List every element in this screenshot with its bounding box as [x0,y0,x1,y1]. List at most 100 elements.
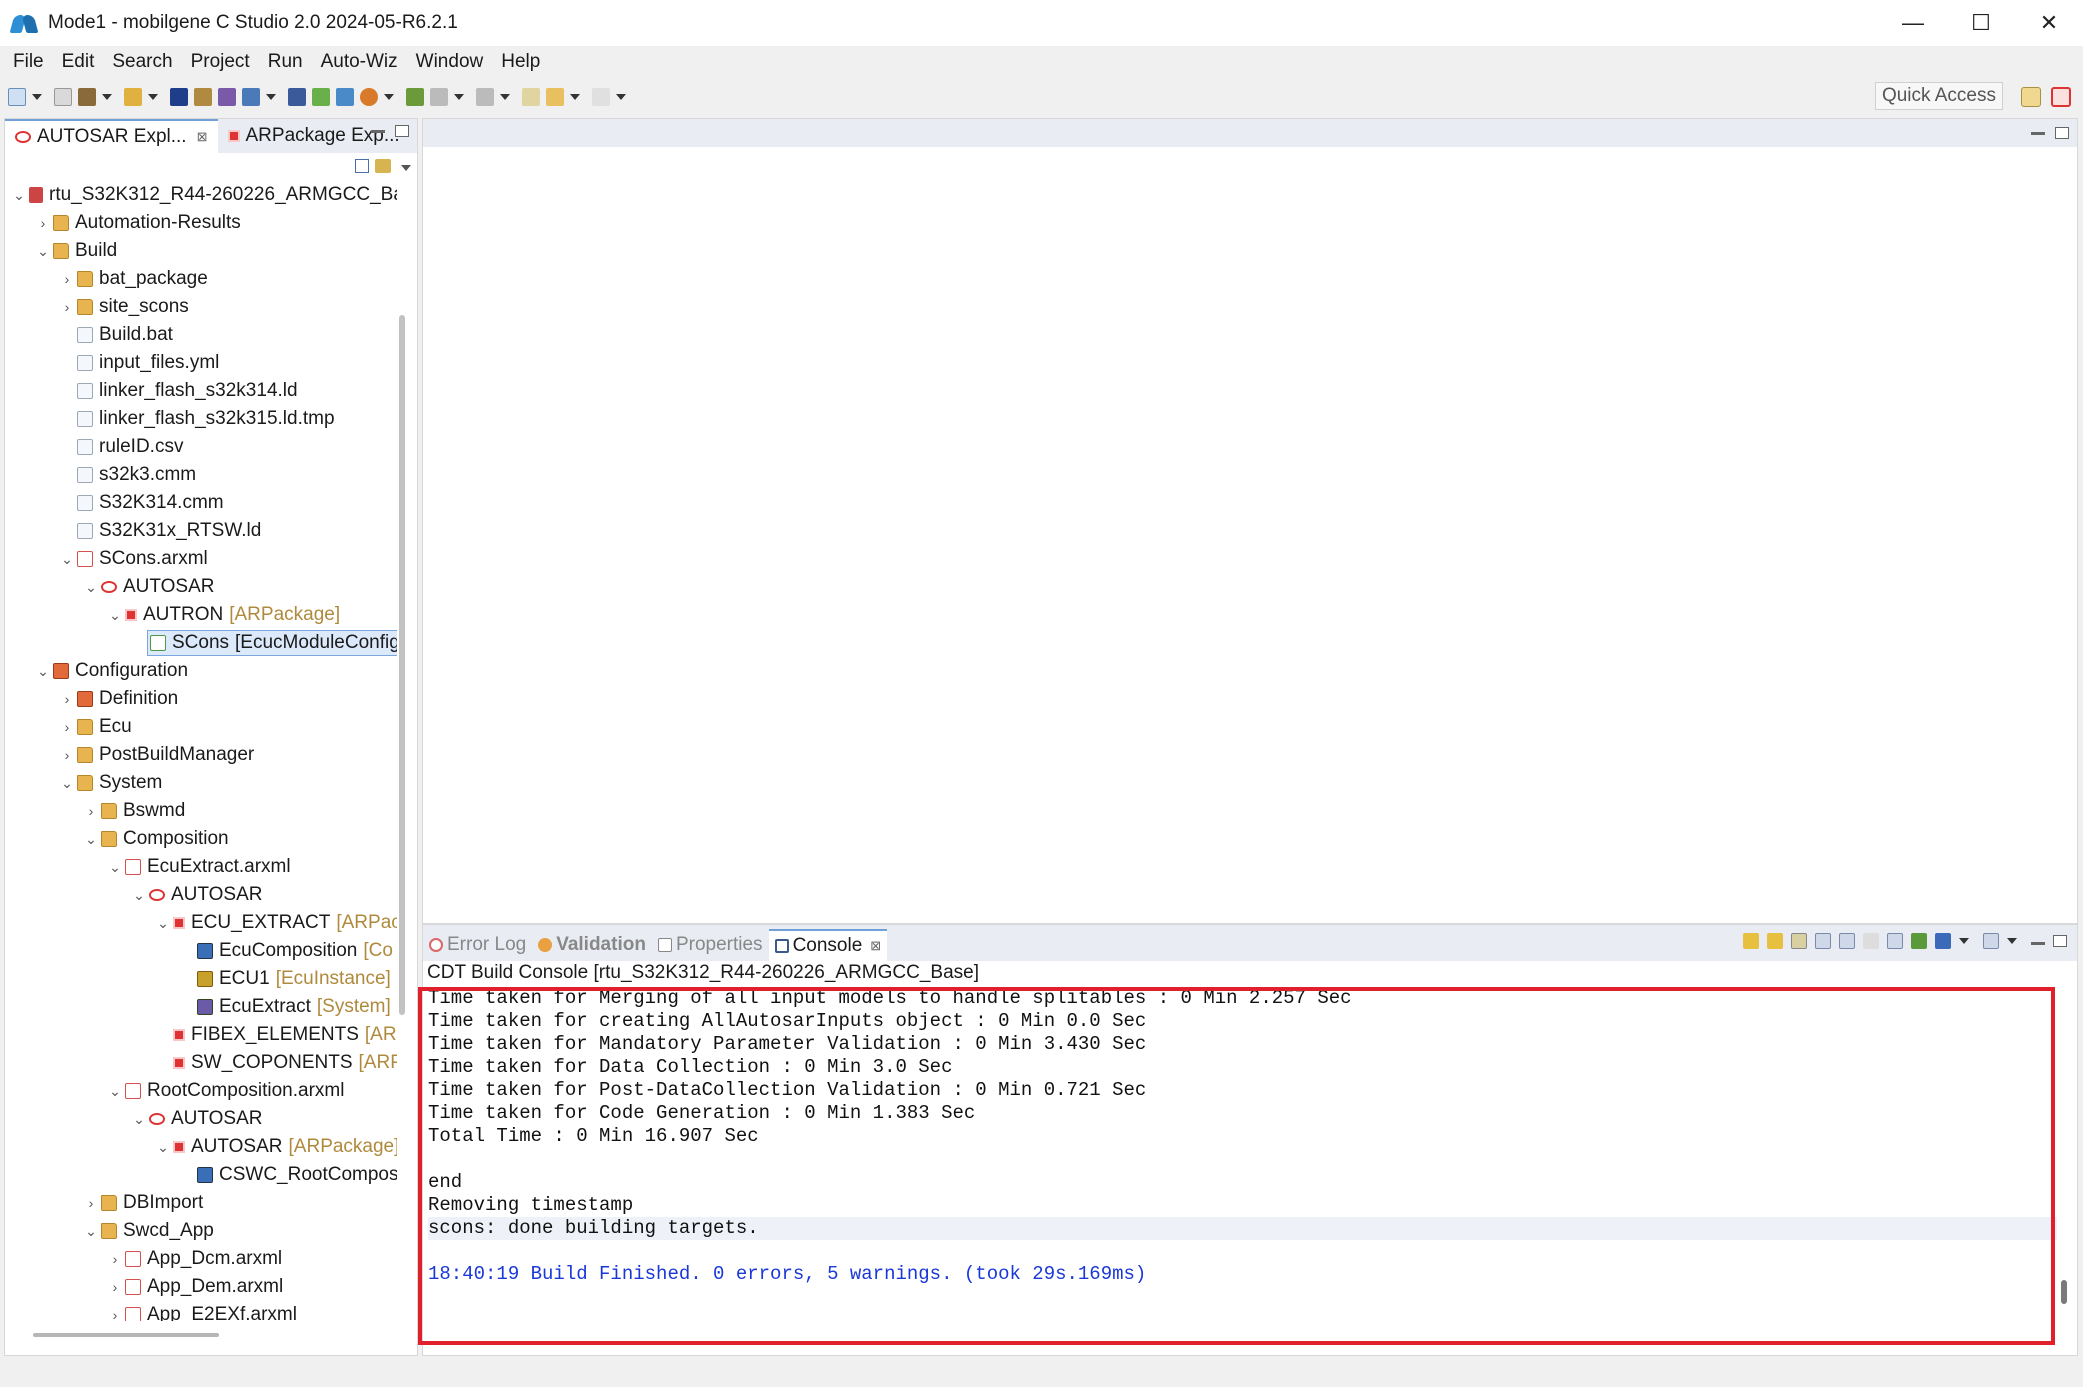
minimize-editor-icon[interactable] [2031,132,2045,135]
word-wrap-icon[interactable] [1863,933,1879,949]
collapsed-arrow-icon[interactable]: › [59,299,75,315]
prev-annotation-dropdown-icon[interactable] [500,94,510,100]
tree-item[interactable]: EcuComposition [Co [5,937,397,965]
menu-help[interactable]: Help [492,51,549,73]
tools-icon[interactable] [336,88,354,106]
minimize-button[interactable]: — [1879,0,1947,46]
build-icon[interactable] [78,88,96,106]
tree-item[interactable]: ⌄ AUTOSAR [5,881,397,909]
tree-item[interactable]: EcuExtract [System] [5,993,397,1021]
build-dropdown-icon[interactable] [102,94,112,100]
bug-dropdown-icon[interactable] [384,94,394,100]
tree-item[interactable]: linker_flash_s32k314.ld [5,377,397,405]
collapsed-arrow-icon[interactable]: › [83,803,99,819]
prev-annotation-icon[interactable] [476,88,494,106]
collapsed-arrow-icon[interactable]: › [59,719,75,735]
edit-icon[interactable] [218,88,236,106]
tree-item[interactable]: ECU1 [EcuInstance] [5,965,397,993]
link-with-editor-icon[interactable] [375,159,391,173]
maximize-view-icon[interactable] [395,125,409,137]
tree-item[interactable]: ⌄ AUTOSAR [5,1105,397,1133]
tree-item[interactable]: ⌄ Composition [5,825,397,853]
open-perspective-icon[interactable] [2021,87,2041,107]
tab-console[interactable]: Console ⊠ [768,929,888,961]
tree-item[interactable]: linker_flash_s32k315.ld.tmp [5,405,397,433]
run-icon[interactable] [124,88,142,106]
tree-item[interactable]: input_files.yml [5,349,397,377]
close-icon[interactable]: ⊠ [197,129,208,145]
previous-error-icon[interactable] [1767,933,1783,949]
maximize-editor-icon[interactable] [2055,127,2069,139]
tree-item[interactable]: ⌄ SCons.arxml [5,545,397,573]
maximize-console-icon[interactable] [2053,935,2067,947]
scroll-lock-icon[interactable] [1791,933,1807,949]
next-annotation-dropdown-icon[interactable] [454,94,464,100]
tree-item[interactable]: S32K314.cmm [5,489,397,517]
collapsed-arrow-icon[interactable]: › [107,1307,123,1321]
display-console-dropdown-icon[interactable] [1959,938,1969,944]
autosar-perspective-icon[interactable] [2051,87,2071,107]
run-dropdown-icon[interactable] [148,94,158,100]
tree-horizontal-scrollbar[interactable] [33,1333,219,1337]
expanded-arrow-icon[interactable]: ⌄ [131,1111,147,1128]
tree-item[interactable]: ⌄ECU_EXTRACT[ARPacka [5,909,397,937]
tree-item[interactable]: ⌄ System [5,769,397,797]
expanded-arrow-icon[interactable]: ⌄ [83,1223,99,1240]
tree-item[interactable]: Build.bat [5,321,397,349]
tab-properties[interactable]: Properties [652,929,769,961]
new-icon[interactable] [8,88,26,106]
tab-autosar-explorer[interactable]: AUTOSAR Expl... ⊠ [5,119,218,153]
expanded-arrow-icon[interactable]: ⌄ [35,243,51,260]
close-button[interactable]: ✕ [2015,0,2083,46]
collapsed-arrow-icon[interactable]: › [83,1195,99,1211]
collapsed-arrow-icon[interactable]: › [59,691,75,707]
tree-item[interactable]: › Definition [5,685,397,713]
rectangle-icon[interactable] [312,88,330,106]
collapsed-arrow-icon[interactable]: › [107,1251,123,1267]
expanded-arrow-icon[interactable]: ⌄ [107,859,123,876]
tree-item[interactable]: CSWC_RootComposi [5,1161,397,1189]
tree-item[interactable]: ⌄ Configuration [5,657,397,685]
tree-item[interactable]: › Bswmd [5,797,397,825]
console-scrollbar[interactable] [2061,1280,2067,1304]
tree-item[interactable]: › DBImport [5,1189,397,1217]
tree-item[interactable]: SW_COPONENTS[ARPa [5,1049,397,1077]
open-console-icon[interactable] [1983,933,1999,949]
close-icon[interactable]: ⊠ [870,938,881,954]
menu-window[interactable]: Window [407,51,493,73]
tree-item[interactable]: ⌄ AUTOSAR [ARPackage] [5,1133,397,1161]
type-icon[interactable] [170,88,188,106]
download-icon[interactable] [242,88,260,106]
expanded-arrow-icon[interactable]: ⌄ [35,663,51,680]
menu-edit[interactable]: Edit [53,51,104,73]
menu-search[interactable]: Search [103,51,181,73]
menu-auto-wiz[interactable]: Auto-Wiz [312,51,407,73]
console-output[interactable]: Time taken for Merging of all input mode… [423,987,2057,1343]
tree-item[interactable]: S32K31x_RTSW.ld [5,517,397,545]
collapse-all-icon[interactable] [355,159,369,173]
back-icon[interactable] [546,88,564,106]
minimize-console-icon[interactable] [2031,942,2045,945]
tree-item[interactable]: ⌄ AUTOSAR [5,573,397,601]
download-dropdown-icon[interactable] [266,94,276,100]
copy-build-log-icon[interactable] [1815,933,1831,949]
tab-error-log[interactable]: Error Log [423,929,532,961]
menu-run[interactable]: Run [259,51,312,73]
expanded-arrow-icon[interactable]: ⌄ [11,187,27,204]
expanded-arrow-icon[interactable]: ⌄ [59,775,75,792]
menu-project[interactable]: Project [182,51,259,73]
tree-item[interactable]: › site_scons [5,293,397,321]
bug-icon[interactable] [360,88,378,106]
back-dropdown-icon[interactable] [570,94,580,100]
collapsed-arrow-icon[interactable]: › [59,271,75,287]
expanded-arrow-icon[interactable]: ⌄ [155,915,171,932]
expanded-arrow-icon[interactable]: ⌄ [107,607,123,624]
quick-access-field[interactable]: Quick Access [1874,82,2003,110]
expanded-arrow-icon[interactable]: ⌄ [131,887,147,904]
next-annotation-icon[interactable] [430,88,448,106]
tree-item[interactable]: ⌄ EcuExtract.arxml [5,853,397,881]
open-console-dropdown-icon[interactable] [2007,938,2017,944]
tree-item[interactable]: FIBEX_ELEMENTS[ARPa [5,1021,397,1049]
pin-console-icon[interactable] [1911,933,1927,949]
tree-item[interactable]: › App_Dem.arxml [5,1273,397,1301]
